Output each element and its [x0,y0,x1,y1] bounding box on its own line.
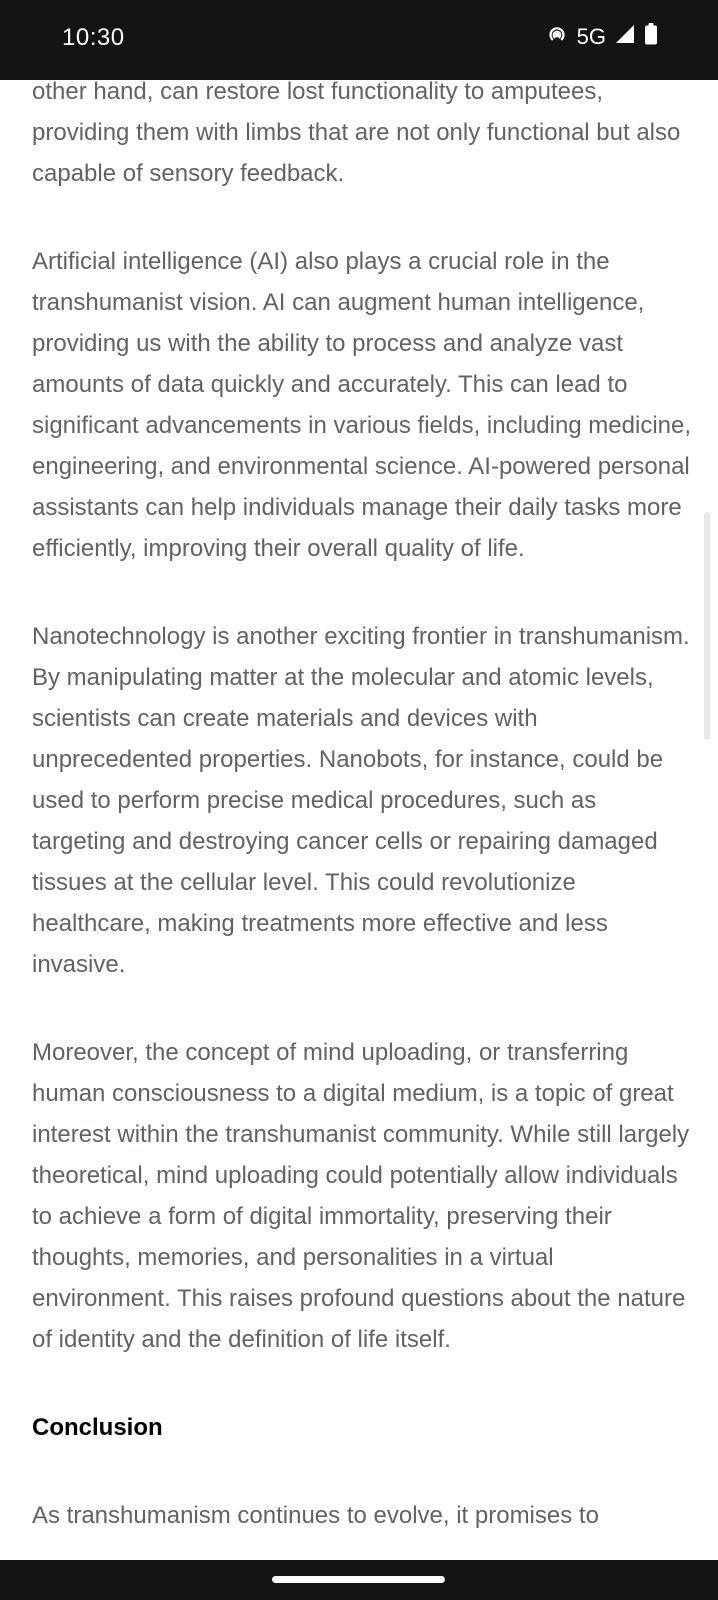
status-bar: 10:30 5G [0,0,718,80]
paragraph-conclusion: As transhumanism continues to evolve, it… [32,1502,599,1529]
conclusion-heading: Conclusion [32,1414,163,1441]
paragraph-mind-uploading: Moreover, the concept of mind uploading,… [32,1039,690,1353]
status-time: 10:30 [62,24,125,51]
network-type-label: 5G [576,23,606,49]
scrollbar[interactable] [704,512,710,740]
signal-icon [614,23,636,50]
paragraph-nanotechnology: Nanotechnology is another exciting front… [32,623,690,978]
paragraph-prosthetics: other hand, can restore lost functionali… [32,78,681,187]
battery-icon [644,22,658,51]
home-gesture-handle[interactable] [272,1576,445,1583]
navigation-bar [0,1560,718,1600]
article-scroll-area[interactable]: other hand, can restore lost functionali… [0,0,718,1560]
status-icons: 5G [545,22,658,51]
hotspot-icon [545,22,569,51]
paragraph-ai: Artificial intelligence (AI) also plays … [32,248,692,562]
article-body: other hand, can restore lost functionali… [32,71,692,1560]
